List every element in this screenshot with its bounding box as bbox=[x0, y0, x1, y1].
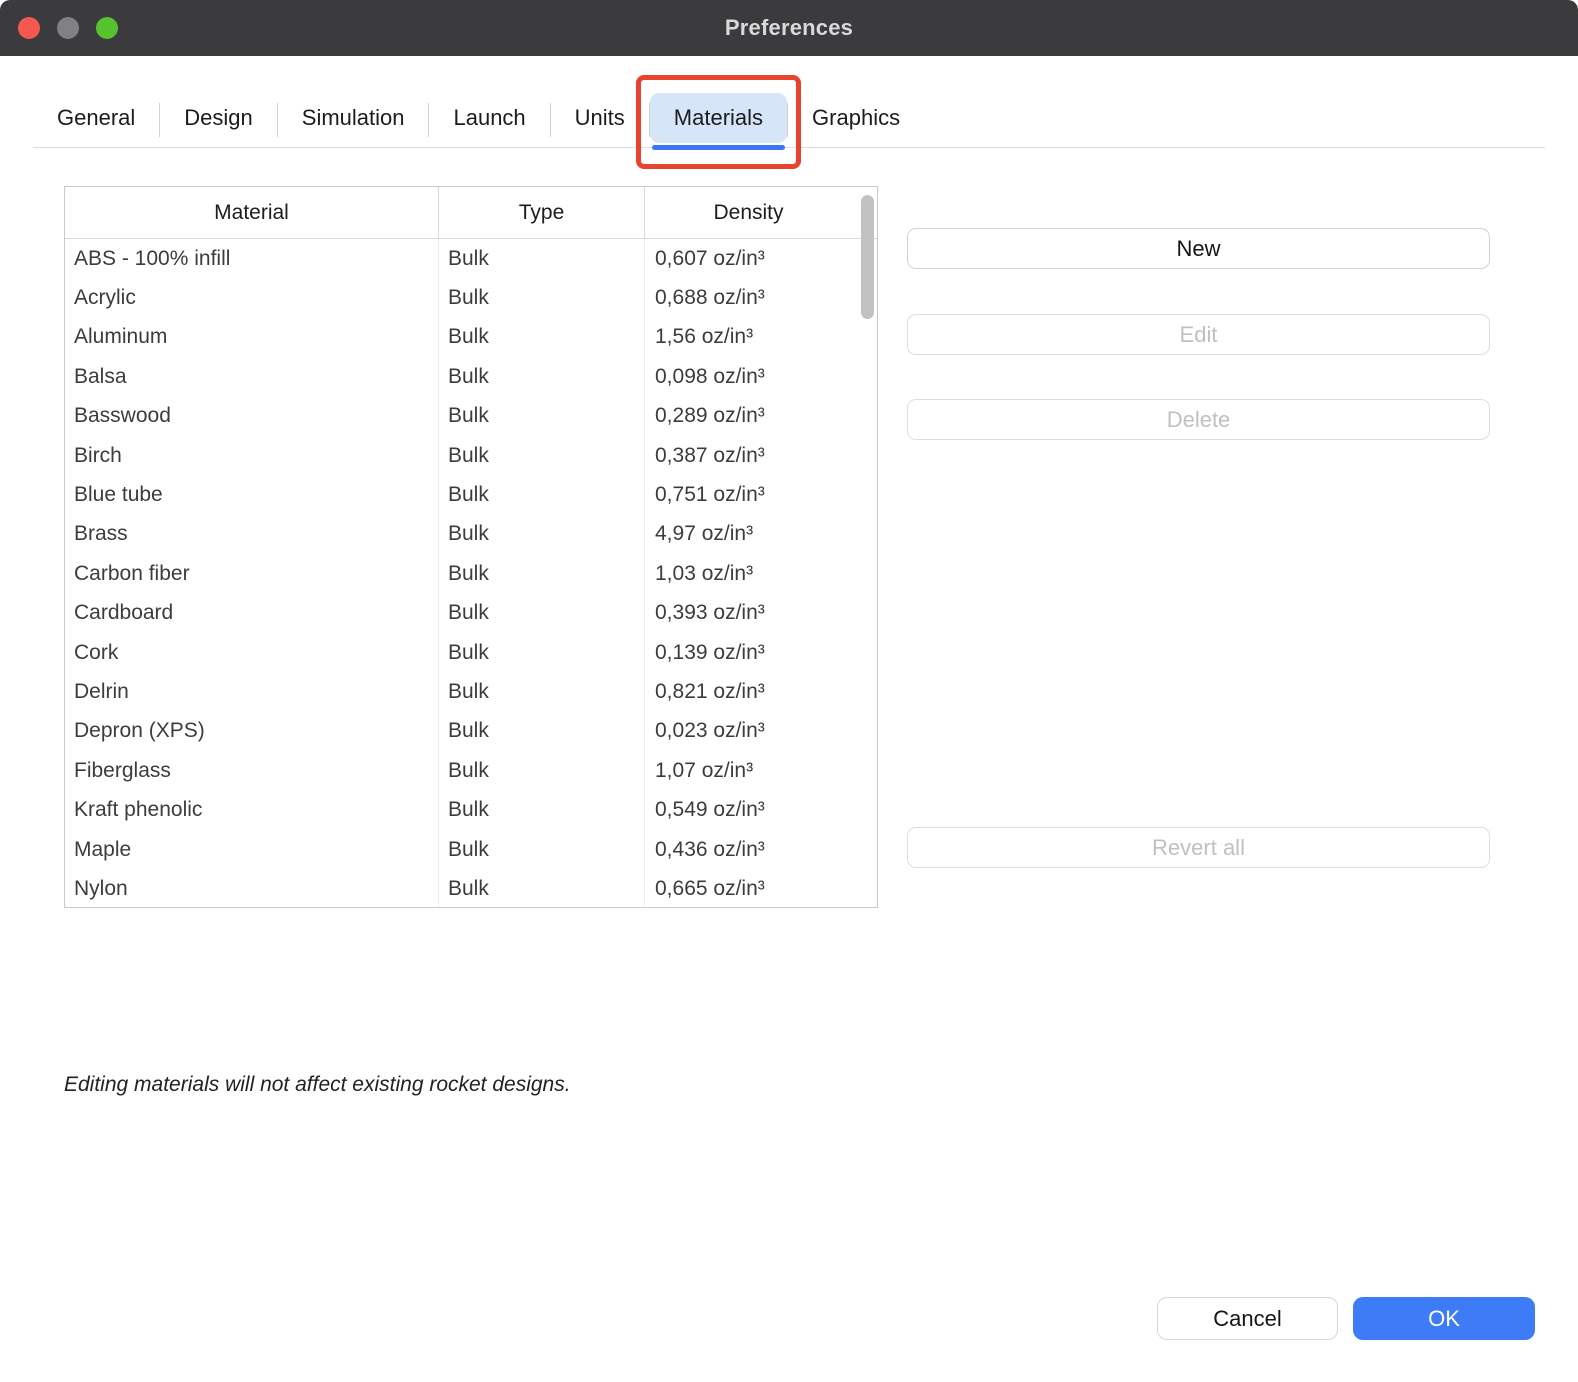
cell-density: 0,688 oz/in³ bbox=[645, 278, 877, 317]
cell-material: Acrylic bbox=[65, 278, 439, 317]
cell-material: Maple bbox=[65, 830, 439, 869]
new-button[interactable]: New bbox=[907, 228, 1490, 269]
cell-material: Delrin bbox=[65, 672, 439, 711]
tab-launch[interactable]: Launch bbox=[429, 93, 549, 143]
table-row[interactable]: Fiberglass Bulk 1,07 oz/in³ bbox=[65, 751, 877, 790]
cell-type: Bulk bbox=[439, 869, 645, 907]
table-row[interactable]: Cardboard Bulk 0,393 oz/in³ bbox=[65, 594, 877, 633]
cell-material: Aluminum bbox=[65, 318, 439, 357]
table-row[interactable]: Basswood Bulk 0,289 oz/in³ bbox=[65, 397, 877, 436]
cell-material: Blue tube bbox=[65, 475, 439, 514]
cell-type: Bulk bbox=[439, 475, 645, 514]
edit-button[interactable]: Edit bbox=[907, 314, 1490, 355]
cell-type: Bulk bbox=[439, 436, 645, 475]
cell-material: Cardboard bbox=[65, 594, 439, 633]
cell-type: Bulk bbox=[439, 633, 645, 672]
tab-simulation[interactable]: Simulation bbox=[278, 93, 429, 143]
column-header-density[interactable]: Density bbox=[645, 187, 852, 238]
materials-note: Editing materials will not affect existi… bbox=[64, 1073, 571, 1097]
cell-type: Bulk bbox=[439, 594, 645, 633]
table-row[interactable]: Depron (XPS) Bulk 0,023 oz/in³ bbox=[65, 712, 877, 751]
column-header-material[interactable]: Material bbox=[65, 187, 439, 238]
cell-density: 0,665 oz/in³ bbox=[645, 869, 877, 907]
cell-density: 0,289 oz/in³ bbox=[645, 397, 877, 436]
cell-material: Kraft phenolic bbox=[65, 790, 439, 829]
cell-material: Basswood bbox=[65, 397, 439, 436]
ok-button[interactable]: OK bbox=[1353, 1297, 1535, 1340]
cell-type: Bulk bbox=[439, 397, 645, 436]
table-row[interactable]: Blue tube Bulk 0,751 oz/in³ bbox=[65, 475, 877, 514]
table-row[interactable]: Delrin Bulk 0,821 oz/in³ bbox=[65, 672, 877, 711]
cell-material: Fiberglass bbox=[65, 751, 439, 790]
table-row[interactable]: Maple Bulk 0,436 oz/in³ bbox=[65, 830, 877, 869]
cell-density: 0,436 oz/in³ bbox=[645, 830, 877, 869]
table-body: ABS - 100% infill Bulk 0,607 oz/in³ Acry… bbox=[65, 239, 877, 907]
annotation-highlight-box bbox=[636, 75, 801, 169]
table-row[interactable]: Cork Bulk 0,139 oz/in³ bbox=[65, 633, 877, 672]
table-row[interactable]: ABS - 100% infill Bulk 0,607 oz/in³ bbox=[65, 239, 877, 278]
tab-general[interactable]: General bbox=[33, 93, 159, 143]
table-row[interactable]: Brass Bulk 4,97 oz/in³ bbox=[65, 515, 877, 554]
cell-type: Bulk bbox=[439, 357, 645, 396]
table-row[interactable]: Nylon Bulk 0,665 oz/in³ bbox=[65, 869, 877, 907]
cell-type: Bulk bbox=[439, 278, 645, 317]
cell-type: Bulk bbox=[439, 515, 645, 554]
cell-type: Bulk bbox=[439, 239, 645, 278]
cell-density: 1,56 oz/in³ bbox=[645, 318, 877, 357]
cell-material: Balsa bbox=[65, 357, 439, 396]
cell-material: Cork bbox=[65, 633, 439, 672]
cell-density: 0,607 oz/in³ bbox=[645, 239, 877, 278]
table-row[interactable]: Aluminum Bulk 1,56 oz/in³ bbox=[65, 318, 877, 357]
table-row[interactable]: Kraft phenolic Bulk 0,549 oz/in³ bbox=[65, 790, 877, 829]
cell-type: Bulk bbox=[439, 830, 645, 869]
revert-all-button[interactable]: Revert all bbox=[907, 827, 1490, 868]
cell-type: Bulk bbox=[439, 318, 645, 357]
cell-type: Bulk bbox=[439, 554, 645, 593]
cell-material: Carbon fiber bbox=[65, 554, 439, 593]
materials-table: Material Type Density ABS - 100% infill … bbox=[64, 186, 878, 908]
column-header-type[interactable]: Type bbox=[439, 187, 645, 238]
cell-material: Birch bbox=[65, 436, 439, 475]
minimize-window-button[interactable] bbox=[57, 17, 79, 39]
tab-graphics[interactable]: Graphics bbox=[788, 93, 924, 143]
cell-density: 0,387 oz/in³ bbox=[645, 436, 877, 475]
cell-density: 0,393 oz/in³ bbox=[645, 594, 877, 633]
tab-bar: GeneralDesignSimulationLaunchUnitsMateri… bbox=[33, 56, 1545, 148]
tab-design[interactable]: Design bbox=[160, 93, 276, 143]
cell-density: 1,07 oz/in³ bbox=[645, 751, 877, 790]
table-row[interactable]: Carbon fiber Bulk 1,03 oz/in³ bbox=[65, 554, 877, 593]
cell-density: 0,023 oz/in³ bbox=[645, 712, 877, 751]
cell-material: Brass bbox=[65, 515, 439, 554]
table-row[interactable]: Acrylic Bulk 0,688 oz/in³ bbox=[65, 278, 877, 317]
zoom-window-button[interactable] bbox=[96, 17, 118, 39]
tab-materials[interactable]: Materials bbox=[650, 93, 787, 143]
cell-density: 4,97 oz/in³ bbox=[645, 515, 877, 554]
table-header: Material Type Density bbox=[65, 187, 877, 239]
cell-type: Bulk bbox=[439, 672, 645, 711]
cell-material: Depron (XPS) bbox=[65, 712, 439, 751]
cell-type: Bulk bbox=[439, 790, 645, 829]
cell-density: 0,821 oz/in³ bbox=[645, 672, 877, 711]
window-titlebar: Preferences bbox=[0, 0, 1578, 56]
close-window-button[interactable] bbox=[18, 17, 40, 39]
traffic-lights bbox=[18, 17, 118, 39]
cell-type: Bulk bbox=[439, 751, 645, 790]
table-row[interactable]: Birch Bulk 0,387 oz/in³ bbox=[65, 436, 877, 475]
cell-material: ABS - 100% infill bbox=[65, 239, 439, 278]
cell-type: Bulk bbox=[439, 712, 645, 751]
vertical-scrollbar-thumb[interactable] bbox=[861, 195, 874, 319]
cell-density: 0,098 oz/in³ bbox=[645, 357, 877, 396]
window-title: Preferences bbox=[725, 15, 853, 41]
cell-density: 0,139 oz/in³ bbox=[645, 633, 877, 672]
cell-density: 0,549 oz/in³ bbox=[645, 790, 877, 829]
cell-material: Nylon bbox=[65, 869, 439, 907]
cancel-button[interactable]: Cancel bbox=[1157, 1297, 1338, 1340]
cell-density: 1,03 oz/in³ bbox=[645, 554, 877, 593]
cell-density: 0,751 oz/in³ bbox=[645, 475, 877, 514]
table-row[interactable]: Balsa Bulk 0,098 oz/in³ bbox=[65, 357, 877, 396]
tab-units[interactable]: Units bbox=[551, 93, 649, 143]
delete-button[interactable]: Delete bbox=[907, 399, 1490, 440]
